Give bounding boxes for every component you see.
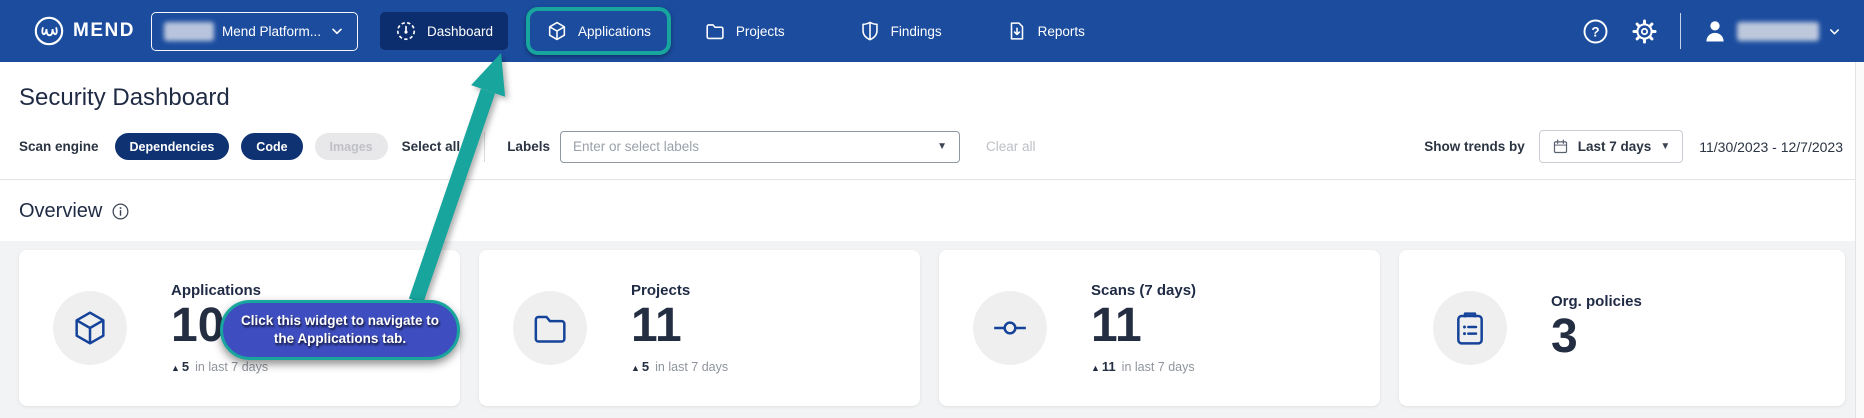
- calendar-icon: [1552, 138, 1569, 155]
- card-label: Applications: [171, 282, 268, 299]
- dropdown-caret-icon[interactable]: ▼: [937, 142, 947, 152]
- annotation-arrow: [396, 45, 536, 313]
- clipboard-list-icon: [1450, 308, 1490, 348]
- card-value: 11: [631, 301, 728, 351]
- card-label: Projects: [631, 282, 728, 299]
- page-title: Security Dashboard: [0, 62, 1864, 112]
- settings-button[interactable]: [1631, 18, 1658, 45]
- engine-pill-code[interactable]: Code: [241, 133, 302, 160]
- nav-divider: [1680, 13, 1681, 49]
- trend-suffix: in last 7 days: [195, 360, 268, 374]
- projects-widget[interactable]: Projects 11 ▲ 5 in last 7 days: [479, 250, 920, 406]
- card-trend: ▲ 5 in last 7 days: [171, 359, 268, 374]
- overview-title: Overview: [19, 200, 102, 223]
- chevron-down-icon: [329, 23, 345, 39]
- org-selector-dropdown[interactable]: Mend Platform...: [151, 12, 358, 51]
- card-trend: ▲ 5 in last 7 days: [631, 359, 728, 374]
- tab-label: Projects: [736, 24, 785, 39]
- engine-pill-images[interactable]: Images: [315, 133, 388, 160]
- card-label: Scans (7 days): [1091, 282, 1196, 299]
- brand-name: MEND: [73, 20, 135, 42]
- trend-value: 11: [1102, 359, 1116, 374]
- trend-range-select[interactable]: Last 7 days ▼: [1539, 130, 1683, 163]
- shield-icon: [859, 20, 881, 42]
- tab-projects[interactable]: Projects: [689, 12, 800, 50]
- top-nav: MEND Mend Platform... Dashboard: [0, 0, 1864, 62]
- labels-select-input[interactable]: ▼: [560, 131, 960, 163]
- scans-widget[interactable]: Scans (7 days) 11 ▲ 11 in last 7 days: [939, 250, 1380, 406]
- gear-icon: [1631, 18, 1658, 45]
- tab-findings[interactable]: Findings: [844, 12, 957, 50]
- labels-input[interactable]: [573, 139, 937, 154]
- mend-logo-icon: [34, 16, 64, 46]
- help-icon: ?: [1582, 18, 1609, 45]
- redacted-org-prefix: [164, 22, 214, 41]
- info-icon[interactable]: [111, 202, 130, 221]
- tab-reports[interactable]: Reports: [991, 12, 1100, 50]
- trend-up-icon: ▲: [631, 363, 640, 373]
- org-policies-widget[interactable]: Org. policies 3: [1399, 250, 1845, 406]
- cube-icon: [70, 308, 110, 348]
- user-avatar-icon: [1701, 17, 1729, 45]
- trend-up-icon: ▲: [171, 363, 180, 373]
- chevron-down-icon: [1827, 24, 1842, 39]
- trend-suffix: in last 7 days: [655, 360, 728, 374]
- org-selector-label: Mend Platform...: [222, 24, 321, 39]
- show-trends-by-label: Show trends by: [1424, 139, 1525, 154]
- tab-label: Applications: [578, 24, 651, 39]
- card-trend: ▲ 11 in last 7 days: [1091, 359, 1196, 374]
- card-label: Org. policies: [1551, 293, 1642, 310]
- tab-label: Findings: [891, 24, 942, 39]
- trend-value: 5: [642, 359, 649, 374]
- scan-engine-label: Scan engine: [19, 139, 99, 154]
- trend-up-icon: ▲: [1091, 363, 1100, 373]
- scans-icon-circle: [973, 291, 1047, 365]
- nav-right-cluster: ?: [1582, 13, 1842, 49]
- mend-security-dashboard: MEND Mend Platform... Dashboard: [0, 0, 1864, 418]
- filter-bar: Scan engine Dependencies Code Images Sel…: [0, 130, 1864, 163]
- overview-header: Overview: [0, 180, 1864, 241]
- dropdown-caret-icon: ▼: [1660, 142, 1670, 152]
- tab-applications[interactable]: Applications: [531, 12, 666, 50]
- trend-date-range: 11/30/2023 - 12/7/2023: [1699, 139, 1843, 155]
- applications-icon-circle: [53, 291, 127, 365]
- redacted-user-name: [1737, 22, 1819, 41]
- card-value: 11: [1091, 301, 1196, 351]
- vertical-scrollbar[interactable]: [1855, 62, 1864, 418]
- cube-icon: [546, 20, 568, 42]
- svg-text:?: ?: [1591, 24, 1599, 39]
- trend-range-value: Last 7 days: [1578, 139, 1652, 154]
- gauge-icon: [395, 20, 417, 42]
- annotation-tooltip: Click this widget to navigate to the App…: [220, 300, 460, 360]
- scan-node-icon: [990, 308, 1030, 348]
- trend-controls: Show trends by Last 7 days ▼ 11/30/2023 …: [1424, 130, 1843, 163]
- folder-icon: [530, 308, 570, 348]
- tab-label: Dashboard: [427, 24, 493, 39]
- help-button[interactable]: ?: [1582, 18, 1609, 45]
- org-policies-icon-circle: [1433, 291, 1507, 365]
- trend-value: 5: [182, 359, 189, 374]
- user-menu[interactable]: [1701, 17, 1842, 45]
- tab-label: Reports: [1038, 24, 1085, 39]
- report-download-icon: [1006, 20, 1028, 42]
- mend-logo[interactable]: MEND: [34, 16, 135, 46]
- folder-icon: [704, 20, 726, 42]
- engine-pill-dependencies[interactable]: Dependencies: [115, 133, 230, 160]
- page-header: Security Dashboard Scan engine Dependenc…: [0, 62, 1864, 180]
- card-value: 3: [1551, 312, 1642, 362]
- clear-all-button[interactable]: Clear all: [986, 139, 1036, 154]
- applications-tab-highlight-ring: Applications: [526, 7, 671, 55]
- trend-suffix: in last 7 days: [1122, 360, 1195, 374]
